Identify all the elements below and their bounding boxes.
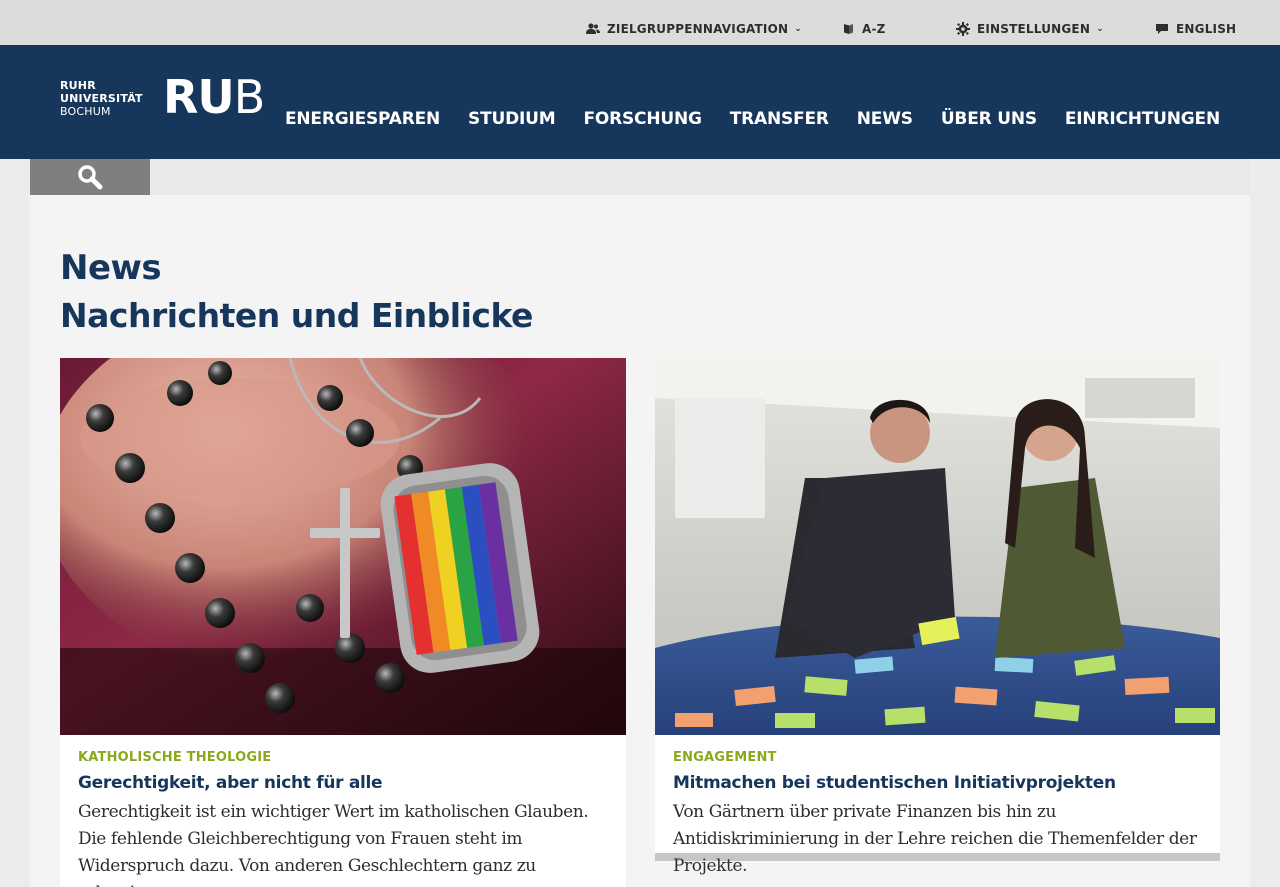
wordmark-line-1: RUHR	[60, 79, 96, 92]
nav-item-transfer[interactable]: TRANSFER	[730, 109, 829, 129]
audience-navigation-link[interactable]: ZIELGRUPPENNAVIGATION ⌄	[586, 20, 802, 38]
nav-item-energiesparen[interactable]: ENERGIESPAREN	[285, 109, 440, 129]
students-photo	[655, 358, 1220, 735]
rub-logo[interactable]: RUB	[163, 70, 265, 124]
nav-item-studium[interactable]: STUDIUM	[468, 109, 556, 129]
news-card-image-students[interactable]	[655, 358, 1220, 735]
audience-navigation-label: ZIELGRUPPENNAVIGATION	[607, 22, 789, 36]
settings-label: EINSTELLUNGEN	[977, 22, 1091, 36]
language-switch[interactable]: ENGLISH	[1155, 20, 1236, 38]
chevron-down-icon: ⌄	[794, 24, 802, 34]
search-button[interactable]	[30, 159, 150, 195]
search-strip	[30, 159, 1250, 195]
chevron-down-icon: ⌄	[1096, 24, 1104, 34]
news-card-headline[interactable]: Mitmachen bei studentischen Initiativpro…	[673, 773, 1206, 793]
a-z-link[interactable]: A-Z	[843, 20, 886, 38]
nav-item-einrichtungen[interactable]: EINRICHTUNGEN	[1065, 109, 1220, 129]
news-card-teaser: Gerechtigkeit ist ein wichtiger Wert im …	[78, 802, 589, 887]
settings-link[interactable]: EINSTELLUNGEN ⌄	[956, 20, 1104, 38]
news-card-kicker: KATHOLISCHE THEOLOGIE	[78, 750, 272, 765]
page-subtitle: Nachrichten und Einblicke	[60, 296, 533, 335]
news-card-image-rosary[interactable]	[60, 358, 626, 735]
speech-bubble-icon	[1156, 24, 1168, 34]
book-icon	[844, 24, 853, 34]
a-z-label: A-Z	[862, 22, 886, 36]
news-card-teaser: Von Gärtnern über private Finanzen bis h…	[673, 802, 1197, 876]
news-card[interactable]: ENGAGEMENT Mitmachen bei studentischen I…	[655, 358, 1220, 876]
news-card[interactable]: KATHOLISCHE THEOLOGIE Gerechtigkeit, abe…	[60, 358, 626, 887]
news-card-body: KATHOLISCHE THEOLOGIE Gerechtigkeit, abe…	[78, 750, 612, 887]
search-icon	[78, 165, 103, 190]
wordmark-line-2: UNIVERSITÄT	[60, 92, 143, 105]
wordmark-line-3: BOCHUM	[60, 105, 111, 118]
users-icon	[586, 23, 600, 34]
rosary-photo	[60, 358, 626, 735]
logo-mark-bold: RU	[163, 70, 235, 124]
main-navigation: ENERGIESPAREN STUDIUM FORSCHUNG TRANSFER…	[257, 109, 1220, 129]
news-card-body: ENGAGEMENT Mitmachen bei studentischen I…	[673, 750, 1206, 880]
news-card-kicker: ENGAGEMENT	[673, 750, 777, 765]
nav-item-news[interactable]: NEWS	[857, 109, 913, 129]
nav-item-ueber-uns[interactable]: ÜBER UNS	[941, 109, 1037, 129]
university-wordmark[interactable]: RUHR UNIVERSITÄT BOCHUM	[60, 79, 143, 118]
page-title: News	[60, 248, 162, 288]
news-card-headline[interactable]: Gerechtigkeit, aber nicht für alle	[78, 773, 612, 793]
gear-icon	[956, 22, 970, 36]
nav-item-forschung[interactable]: FORSCHUNG	[583, 109, 701, 129]
site-header: RUHR UNIVERSITÄT BOCHUM RUB ENERGIESPARE…	[0, 45, 1280, 159]
utility-bar: ZIELGRUPPENNAVIGATION ⌄ A-Z EINSTELLUNGE…	[0, 0, 1280, 45]
language-label: ENGLISH	[1176, 22, 1237, 36]
